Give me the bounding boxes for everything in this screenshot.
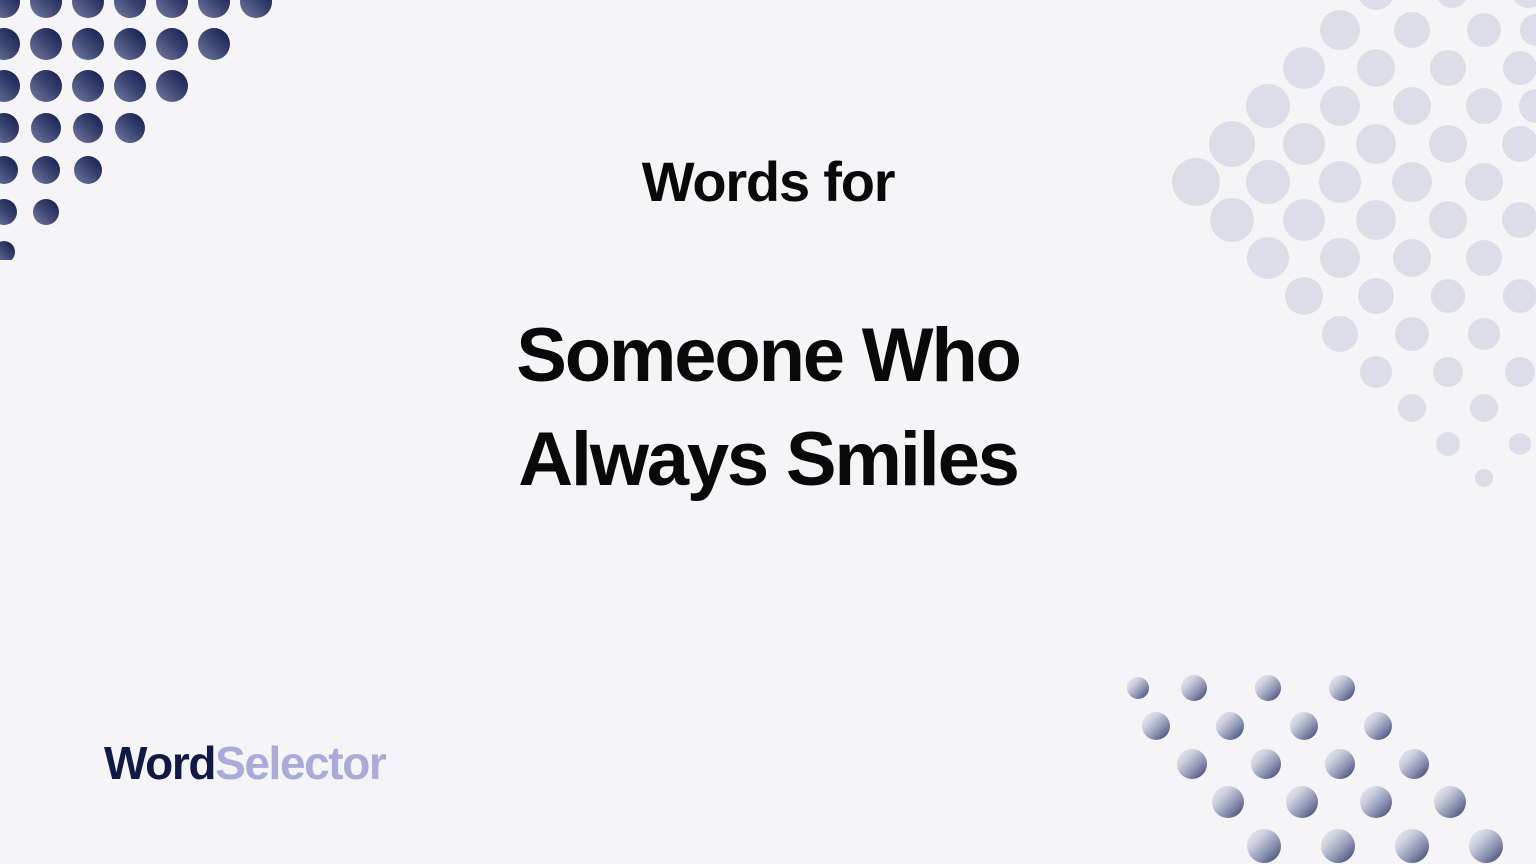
page-title-line-1: Someone Who bbox=[516, 313, 1022, 399]
logo-word-secondary: Selector bbox=[215, 737, 387, 789]
page-title: Someone Who Always Smiles bbox=[516, 304, 1022, 511]
dot-cluster-bottom-right-icon bbox=[1116, 674, 1536, 864]
eyebrow-text: Words for bbox=[641, 150, 896, 213]
site-logo[interactable]: WordSelector bbox=[104, 737, 387, 789]
hero-content: Words for Someone Who Always Smiles bbox=[0, 0, 1536, 640]
page-canvas: Words for Someone Who Always Smiles Word… bbox=[0, 0, 1536, 864]
page-title-line-2: Always Smiles bbox=[518, 416, 1020, 502]
logo-word-primary: Word bbox=[104, 737, 216, 789]
